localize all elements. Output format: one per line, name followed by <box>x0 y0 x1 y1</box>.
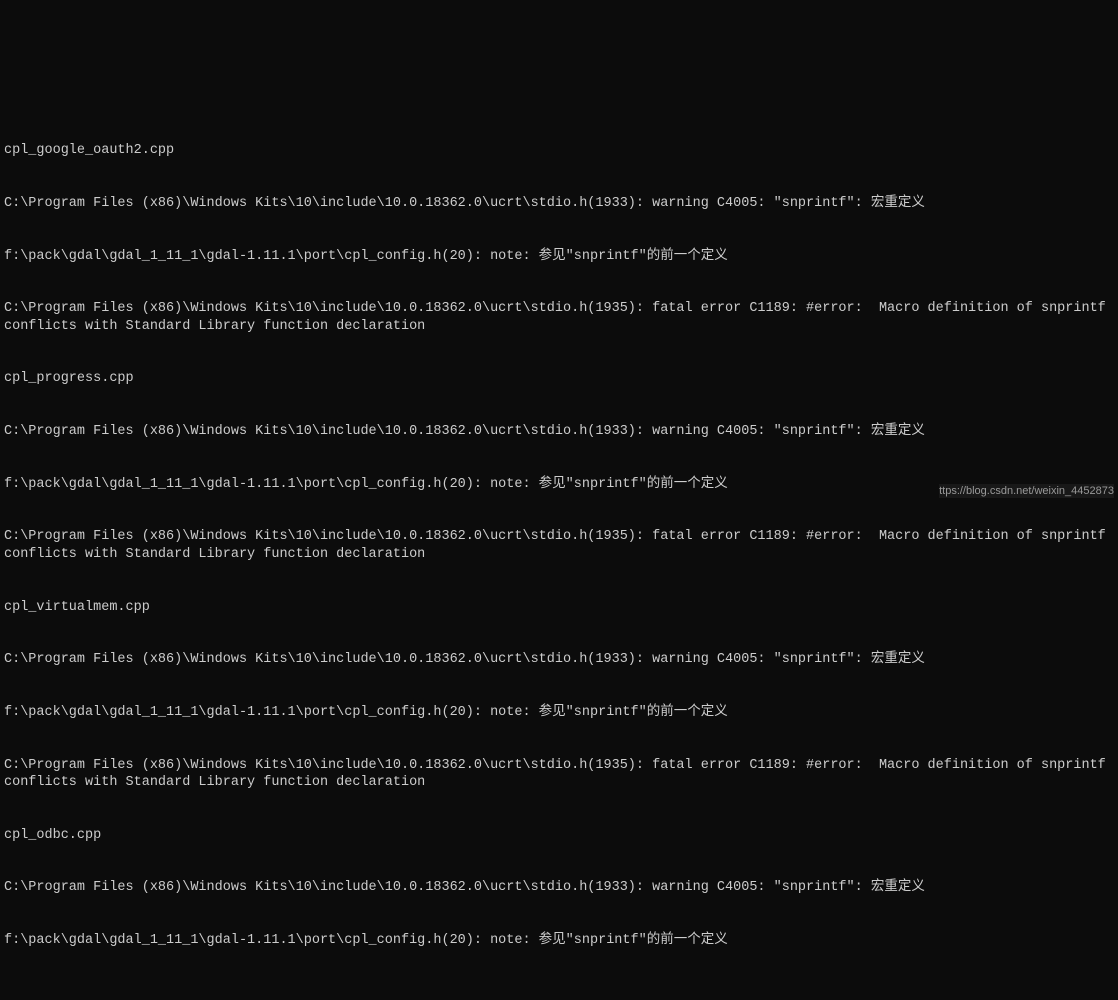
terminal-line: f:\pack\gdal\gdal_1_11_1\gdal-1.11.1\por… <box>4 932 1114 950</box>
terminal-line: C:\Program Files (x86)\Windows Kits\10\i… <box>4 195 1114 213</box>
terminal-line: C:\Program Files (x86)\Windows Kits\10\i… <box>4 651 1114 669</box>
terminal-line: cpl_odbc.cpp <box>4 827 1114 845</box>
terminal-line: C:\Program Files (x86)\Windows Kits\10\i… <box>4 757 1114 792</box>
terminal-line: f:\pack\gdal\gdal_1_11_1\gdal-1.11.1\por… <box>4 704 1114 722</box>
terminal-line: C:\Program Files (x86)\Windows Kits\10\i… <box>4 879 1114 897</box>
terminal-line: cpl_progress.cpp <box>4 370 1114 388</box>
terminal-output: cpl_google_oauth2.cpp C:\Program Files (… <box>0 70 1118 1000</box>
terminal-lines-top: cpl_google_oauth2.cpp C:\Program Files (… <box>4 107 1114 984</box>
terminal-line: f:\pack\gdal\gdal_1_11_1\gdal-1.11.1\por… <box>4 248 1114 266</box>
terminal-line: C:\Program Files (x86)\Windows Kits\10\i… <box>4 300 1114 335</box>
terminal-line: cpl_virtualmem.cpp <box>4 599 1114 617</box>
terminal-line: C:\Program Files (x86)\Windows Kits\10\i… <box>4 528 1114 563</box>
terminal-line: C:\Program Files (x86)\Windows Kits\10\i… <box>4 423 1114 441</box>
watermark-text: ttps://blog.csdn.net/weixin_4452873 <box>939 484 1114 498</box>
terminal-line: cpl_google_oauth2.cpp <box>4 142 1114 160</box>
